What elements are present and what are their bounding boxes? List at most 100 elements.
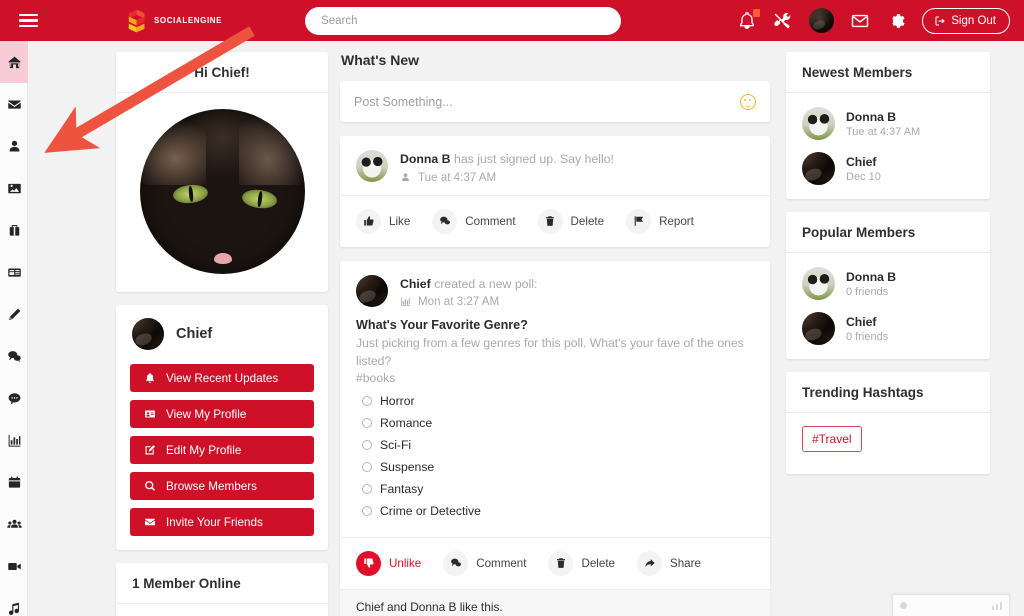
search-input[interactable] bbox=[305, 6, 622, 35]
action-label: Delete bbox=[570, 214, 605, 228]
smiley-icon[interactable] bbox=[740, 93, 756, 110]
radio-button[interactable] bbox=[362, 461, 372, 472]
comment-action[interactable]: Comment bbox=[443, 550, 526, 576]
avatar bbox=[802, 267, 835, 300]
radio-button[interactable] bbox=[362, 417, 372, 428]
avatar[interactable] bbox=[356, 150, 388, 182]
share-icon bbox=[637, 550, 662, 576]
sidebar-item-groups[interactable] bbox=[0, 503, 28, 545]
left-column: Hi Chief! Chief View Recent Updates View… bbox=[116, 52, 328, 616]
poll-option[interactable]: Fantasy bbox=[356, 478, 754, 500]
post-header: Donna B has just signed up. Say hello! T… bbox=[340, 136, 770, 184]
profile-identity[interactable]: Chief bbox=[116, 305, 328, 364]
browse-members-button[interactable]: Browse Members bbox=[130, 472, 314, 500]
list-item[interactable]: Donna B Tue at 4:37 AM bbox=[802, 107, 974, 140]
comment-action[interactable]: Comment bbox=[432, 208, 516, 234]
report-action[interactable]: Report bbox=[626, 208, 694, 234]
cat-eye bbox=[171, 183, 208, 205]
chat-bar[interactable] bbox=[892, 594, 1010, 616]
action-label: Report bbox=[659, 214, 694, 228]
photo-highlight bbox=[238, 112, 305, 185]
envelope-icon[interactable] bbox=[850, 11, 870, 31]
calendar-icon bbox=[8, 476, 20, 488]
invite-your-friends-button[interactable]: Invite Your Friends bbox=[130, 508, 314, 536]
sidebar-item-forums[interactable] bbox=[0, 335, 28, 377]
comment-icon bbox=[8, 392, 20, 404]
hamburger-menu-icon[interactable] bbox=[8, 0, 48, 41]
poll-option-label: Horror bbox=[380, 393, 415, 408]
sidebar-item-photos[interactable] bbox=[0, 167, 28, 209]
music-icon bbox=[8, 602, 19, 615]
sidebar-item-polls[interactable] bbox=[0, 419, 28, 461]
sidebar-item-business[interactable] bbox=[0, 209, 28, 251]
comment-icon bbox=[432, 208, 458, 234]
sidebar-item-classifieds[interactable] bbox=[0, 251, 28, 293]
trending-hashtags-card: Trending Hashtags #Travel bbox=[786, 372, 990, 474]
hashtag-chip[interactable]: #Travel bbox=[802, 426, 862, 452]
sidebar-item-blogs[interactable] bbox=[0, 293, 28, 335]
poll-option[interactable]: Crime or Detective bbox=[356, 500, 754, 522]
unlike-action[interactable]: Unlike bbox=[356, 550, 422, 576]
poll-description: Just picking from a few genres for this … bbox=[356, 336, 744, 368]
signout-button[interactable]: Sign Out bbox=[922, 7, 1010, 34]
gear-icon[interactable] bbox=[886, 11, 906, 31]
person-icon bbox=[9, 140, 19, 151]
comment-icon bbox=[443, 550, 469, 576]
radio-button[interactable] bbox=[362, 439, 372, 450]
sidebar-item-comments[interactable] bbox=[0, 377, 28, 419]
popular-members-title: Popular Members bbox=[786, 212, 990, 253]
search-container bbox=[305, 6, 622, 35]
delete-action[interactable]: Delete bbox=[548, 550, 615, 576]
sidebar-item-messages[interactable] bbox=[0, 83, 28, 125]
home-icon bbox=[7, 56, 21, 68]
list-item[interactable]: Chief 0 friends bbox=[802, 312, 974, 345]
edit-icon bbox=[145, 445, 155, 455]
feed-column: What's New Post Something... Donna B has… bbox=[340, 52, 770, 616]
members-online-title: 1 Member Online bbox=[116, 563, 328, 604]
avatar[interactable] bbox=[809, 8, 835, 33]
radio-button[interactable] bbox=[362, 483, 372, 494]
poll-option[interactable]: Sci-Fi bbox=[356, 434, 754, 456]
button-label: View My Profile bbox=[166, 407, 247, 421]
search-icon bbox=[145, 481, 156, 491]
like-action[interactable]: Like bbox=[356, 208, 410, 234]
edit-my-profile-button[interactable]: Edit My Profile bbox=[130, 436, 314, 464]
radio-button[interactable] bbox=[362, 505, 372, 516]
sidebar-item-events[interactable] bbox=[0, 461, 28, 503]
sidebar-item-home[interactable] bbox=[0, 41, 28, 83]
profile-button-list: View Recent Updates View My Profile Edit… bbox=[116, 364, 328, 550]
bell-icon[interactable] bbox=[737, 8, 761, 31]
post-header: Chief created a new poll: Mon at 3:27 AM bbox=[340, 261, 770, 308]
tools-icon[interactable] bbox=[773, 11, 793, 31]
post-action: created a new poll: bbox=[430, 276, 538, 291]
sidebar-item-music[interactable] bbox=[0, 587, 28, 616]
poll-hashtag[interactable]: #books bbox=[356, 371, 754, 385]
poll-option[interactable]: Horror bbox=[356, 390, 754, 412]
poll-option[interactable]: Romance bbox=[356, 412, 754, 434]
post-author[interactable]: Chief bbox=[400, 277, 431, 291]
sidebar-item-members[interactable] bbox=[0, 125, 28, 167]
delete-action[interactable]: Delete bbox=[537, 208, 605, 234]
chat-signal-bar bbox=[992, 605, 994, 610]
view-my-profile-button[interactable]: View My Profile bbox=[130, 400, 314, 428]
action-label: Unlike bbox=[389, 556, 422, 570]
radio-button[interactable] bbox=[362, 395, 372, 406]
member-subtext: Tue at 4:37 AM bbox=[846, 125, 921, 138]
view-recent-updates-button[interactable]: View Recent Updates bbox=[130, 364, 314, 392]
sidebar-item-videos[interactable] bbox=[0, 545, 28, 587]
post-author[interactable]: Donna B bbox=[400, 152, 451, 166]
list-item[interactable]: Chief Dec 10 bbox=[802, 152, 974, 185]
list-item[interactable]: Donna B 0 friends bbox=[802, 267, 974, 300]
right-column: Newest Members Donna B Tue at 4:37 AM Ch… bbox=[786, 52, 990, 487]
profile-photo-wrap[interactable] bbox=[116, 93, 328, 292]
member-info: Chief Dec 10 bbox=[846, 155, 881, 183]
avatar[interactable] bbox=[356, 274, 388, 307]
share-action[interactable]: Share bbox=[637, 550, 701, 576]
feed-post: Donna B has just signed up. Say hello! T… bbox=[340, 136, 770, 247]
member-info: Donna B 0 friends bbox=[846, 270, 896, 298]
envelope-icon bbox=[145, 518, 155, 526]
poll-option[interactable]: Suspense bbox=[356, 456, 754, 478]
brand-logo[interactable]: SOCIALENGINE bbox=[120, 7, 222, 35]
page-title: Hi Chief! bbox=[116, 52, 328, 93]
composer[interactable]: Post Something... bbox=[340, 81, 770, 122]
